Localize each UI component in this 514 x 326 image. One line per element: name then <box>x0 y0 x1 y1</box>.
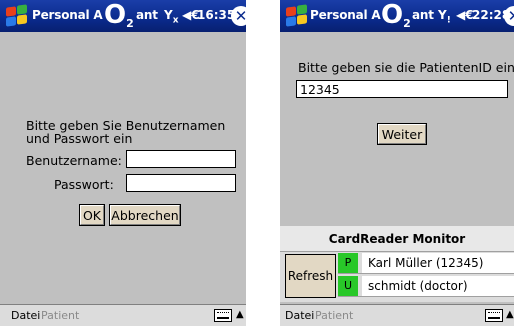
title-bar: Personal A O2 ant Y! ◀€ 22:28 ✕ <box>280 0 514 32</box>
close-icon[interactable]: ✕ <box>504 6 514 26</box>
close-icon[interactable]: ✕ <box>231 6 246 26</box>
login-prompt-line2: und Passwort ein <box>26 131 133 146</box>
menu-file[interactable]: Datei <box>285 309 314 322</box>
signal-icon[interactable]: Y! <box>438 8 451 25</box>
keyboard-icon[interactable] <box>214 309 232 322</box>
o2-logo: O2 <box>381 0 411 30</box>
signal-icon[interactable]: Yx <box>164 8 179 25</box>
status-badge: P <box>338 253 358 273</box>
menu-file[interactable]: Datei <box>11 309 40 322</box>
login-screen: Personal A O2 ant Yx ◀€ 16:35 ✕ Bitte ge… <box>0 0 246 326</box>
patient-id-prompt: Bitte geben sie die PatientenID ein: <box>298 60 514 75</box>
monitor-title: CardReader Monitor <box>280 226 514 252</box>
app-title: Personal A <box>310 8 381 22</box>
username-input[interactable] <box>126 150 236 168</box>
menu-bar: Datei Patient ▲ <box>0 304 246 326</box>
password-label: Passwort: <box>54 177 114 192</box>
monitor-row: P Karl Müller (12345) <box>338 252 514 274</box>
cardreader-monitor: CardReader Monitor Refresh P Karl Müller… <box>280 226 514 302</box>
keyboard-icon[interactable] <box>485 309 503 322</box>
title-bar: Personal A O2 ant Yx ◀€ 16:35 ✕ <box>0 0 246 32</box>
speaker-icon[interactable]: ◀€ <box>456 8 474 22</box>
refresh-button[interactable]: Refresh <box>285 254 336 298</box>
username-label: Benutzername: <box>26 153 122 168</box>
monitor-row: U schmidt (doctor) <box>338 275 514 297</box>
patient-screen: Personal A O2 ant Y! ◀€ 22:28 ✕ Bitte ge… <box>280 0 514 326</box>
sip-arrow-icon[interactable]: ▲ <box>506 309 514 320</box>
menu-patient: Patient <box>41 309 80 322</box>
o2-logo: O2 <box>104 0 134 30</box>
sip-arrow-icon[interactable]: ▲ <box>236 309 244 320</box>
app-title: Personal A <box>32 8 103 22</box>
cancel-button[interactable]: Abbrechen <box>109 204 181 226</box>
windows-start-icon[interactable] <box>4 4 28 27</box>
clock-time[interactable]: 16:35 <box>197 8 235 22</box>
app-title-suffix: ant <box>412 8 434 22</box>
windows-start-icon[interactable] <box>284 4 308 27</box>
app-title-suffix: ant <box>136 8 158 22</box>
password-input[interactable] <box>126 174 236 192</box>
next-button[interactable]: Weiter <box>377 123 427 145</box>
ok-button[interactable]: OK <box>79 204 105 226</box>
menu-bar: Datei Patient ▲ <box>280 304 514 326</box>
menu-patient: Patient <box>315 309 354 322</box>
monitor-row-text: Karl Müller (12345) <box>362 253 514 273</box>
patient-id-input[interactable]: 12345 <box>296 80 508 98</box>
status-badge: U <box>338 276 358 296</box>
monitor-row-text: schmidt (doctor) <box>362 276 514 296</box>
